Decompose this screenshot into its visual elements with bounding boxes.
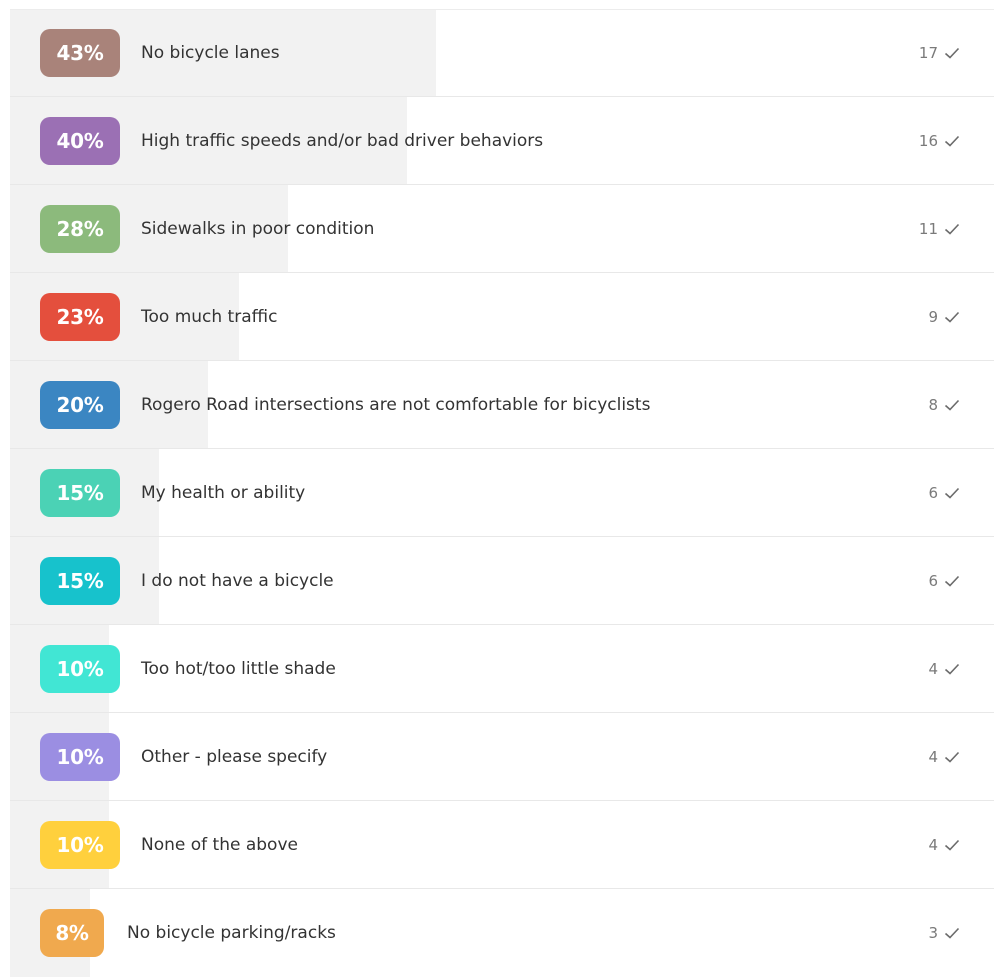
check-icon xyxy=(944,839,960,851)
response-count: 8 xyxy=(928,396,960,414)
result-row[interactable]: 43% No bicycle lanes 17 xyxy=(10,9,994,97)
check-icon xyxy=(944,487,960,499)
result-row[interactable]: 8% No bicycle parking/racks 3 xyxy=(10,889,994,977)
result-row[interactable]: 28% Sidewalks in poor condition 11 xyxy=(10,185,994,273)
count-value: 11 xyxy=(918,219,938,238)
count-value: 4 xyxy=(928,835,938,854)
check-icon xyxy=(944,751,960,763)
option-label: High traffic speeds and/or bad driver be… xyxy=(141,130,544,151)
count-value: 17 xyxy=(918,44,938,62)
count-value: 3 xyxy=(928,924,938,942)
count-value: 4 xyxy=(928,659,938,678)
check-icon xyxy=(944,399,960,411)
percent-badge: 10% xyxy=(40,732,120,781)
check-icon xyxy=(944,311,960,323)
result-row[interactable]: 10% Other - please specify 4 xyxy=(10,713,994,801)
result-row[interactable]: 20% Rogero Road intersections are not co… xyxy=(10,361,994,449)
percent-badge: 10% xyxy=(40,820,120,869)
response-count: 17 xyxy=(919,44,960,62)
option-label: No bicycle lanes xyxy=(141,43,280,63)
percent-badge: 10% xyxy=(40,644,120,693)
result-row[interactable]: 10% None of the above 4 xyxy=(10,801,994,889)
option-label: Too much traffic xyxy=(141,306,278,327)
response-count: 6 xyxy=(928,572,960,590)
count-value: 8 xyxy=(928,395,938,414)
check-icon xyxy=(944,47,960,59)
check-icon xyxy=(944,135,960,147)
percent-badge: 28% xyxy=(40,204,120,253)
check-icon xyxy=(944,223,960,235)
percent-badge: 20% xyxy=(40,380,120,429)
option-label: Too hot/too little shade xyxy=(141,658,336,679)
option-label: None of the above xyxy=(141,834,298,855)
result-row[interactable]: 40% High traffic speeds and/or bad drive… xyxy=(10,97,994,185)
result-row[interactable]: 23% Too much traffic 9 xyxy=(10,273,994,361)
result-row[interactable]: 10% Too hot/too little shade 4 xyxy=(10,625,994,713)
response-count: 4 xyxy=(928,836,960,854)
check-icon xyxy=(944,927,960,939)
percent-badge: 15% xyxy=(40,468,120,517)
response-count: 6 xyxy=(928,484,960,502)
option-label: Rogero Road intersections are not comfor… xyxy=(141,394,651,415)
response-count: 3 xyxy=(928,924,960,942)
option-label: Sidewalks in poor condition xyxy=(141,218,375,239)
count-value: 6 xyxy=(928,483,938,502)
option-label: Other - please specify xyxy=(141,746,328,767)
option-label: My health or ability xyxy=(141,482,306,503)
results-list: 43% No bicycle lanes 17 40% High traffic… xyxy=(10,9,994,977)
result-row[interactable]: 15% My health or ability 6 xyxy=(10,449,994,537)
response-count: 4 xyxy=(928,660,960,678)
percent-badge: 23% xyxy=(40,292,120,341)
response-count: 4 xyxy=(928,748,960,766)
percent-badge: 43% xyxy=(40,29,120,77)
option-label: No bicycle parking/racks xyxy=(127,923,336,943)
check-icon xyxy=(944,575,960,587)
response-count: 11 xyxy=(919,220,960,238)
response-count: 9 xyxy=(928,308,960,326)
percent-badge: 15% xyxy=(40,556,120,605)
response-count: 16 xyxy=(919,132,960,150)
count-value: 16 xyxy=(918,131,938,150)
count-value: 9 xyxy=(928,307,938,326)
percent-badge: 40% xyxy=(40,116,120,165)
option-label: I do not have a bicycle xyxy=(141,570,334,591)
check-icon xyxy=(944,663,960,675)
count-value: 6 xyxy=(928,571,938,590)
result-row[interactable]: 15% I do not have a bicycle 6 xyxy=(10,537,994,625)
count-value: 4 xyxy=(928,747,938,766)
percent-badge: 8% xyxy=(40,909,104,957)
